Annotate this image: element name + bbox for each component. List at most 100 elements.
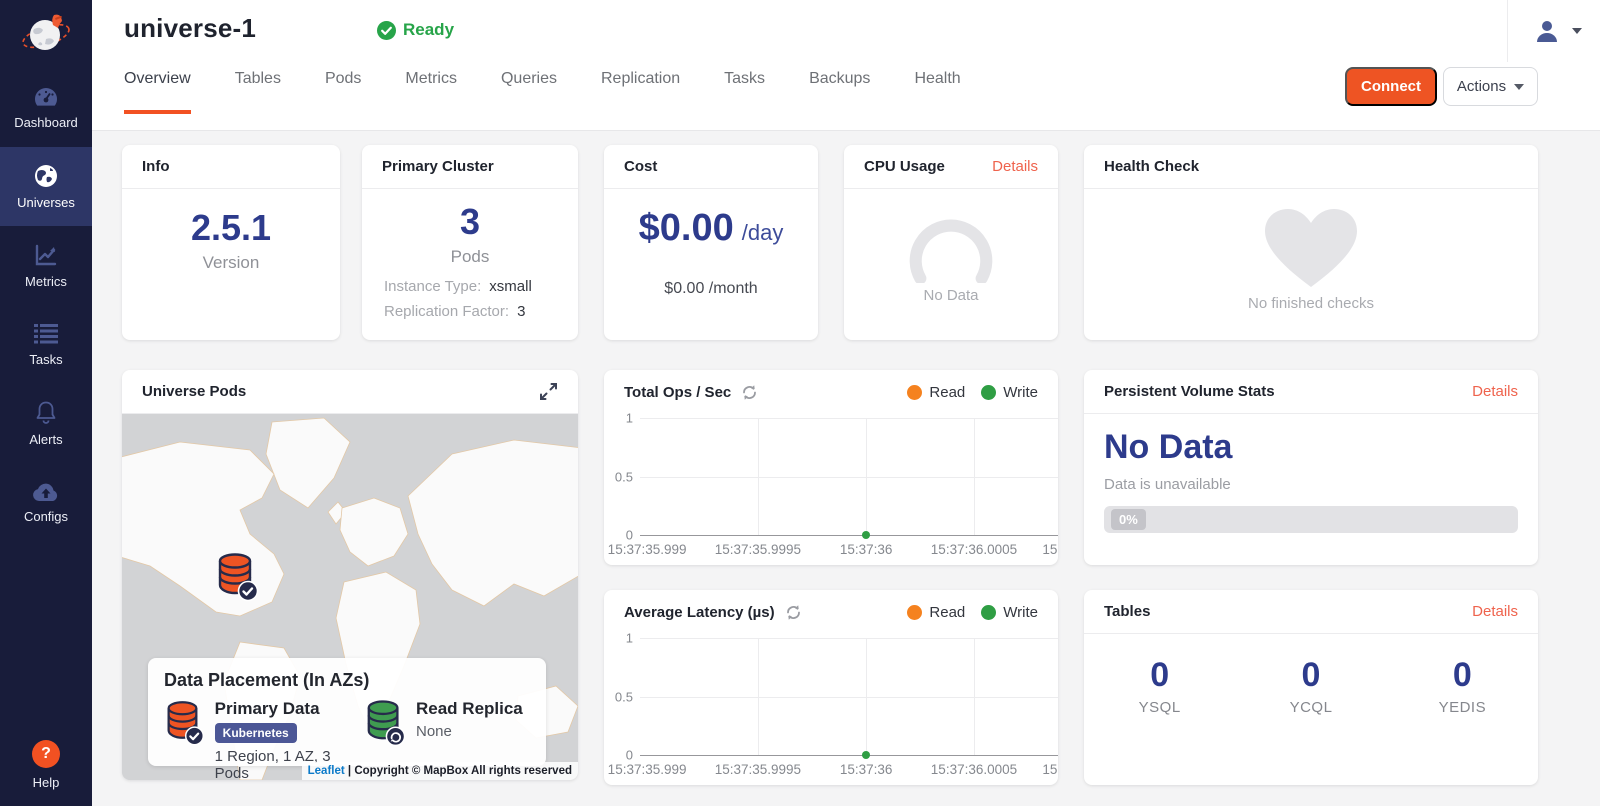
x-tick-label: 15:37:35.999: [608, 762, 687, 777]
cost-card: Cost $0.00 /day $0.00 /month: [604, 145, 818, 340]
actions-button-label: Actions: [1457, 78, 1506, 95]
x-tick-label: 15:37:36.001: [1042, 542, 1058, 557]
pvs-progress-label: 0%: [1111, 509, 1146, 530]
cpu-details-link[interactable]: Details: [992, 158, 1038, 175]
chart-title: Total Ops / Sec: [624, 384, 731, 401]
x-tick-label: 15:37:35.999: [608, 542, 687, 557]
tab-tasks[interactable]: Tasks: [724, 70, 765, 114]
chart-legend: Read Write: [907, 604, 1038, 621]
expand-icon[interactable]: [539, 382, 558, 401]
sidebar-item-dashboard[interactable]: Dashboard: [0, 68, 92, 147]
refresh-icon[interactable]: [785, 604, 802, 621]
tables-details-link[interactable]: Details: [1472, 603, 1518, 620]
tab-health[interactable]: Health: [914, 70, 960, 114]
version-label: Version: [203, 253, 260, 273]
x-tick-label: 15:37:36: [840, 542, 893, 557]
sidebar-item-configs[interactable]: Configs: [0, 463, 92, 542]
tab-bar: Overview Tables Pods Metrics Queries Rep…: [124, 70, 961, 114]
sidebar-item-help[interactable]: ? Help: [0, 740, 92, 790]
pods-count: 3: [460, 201, 480, 243]
attribution-text: Copyright © MapBox All rights reserved: [354, 765, 572, 777]
ycql-count-cell: 0 YCQL: [1235, 656, 1386, 716]
sidebar-item-label: Tasks: [29, 352, 62, 367]
sidebar-item-universes[interactable]: Universes: [0, 147, 92, 226]
tab-metrics[interactable]: Metrics: [405, 70, 457, 114]
yedis-label: YEDIS: [1439, 699, 1487, 716]
y-tick-label: 0: [626, 528, 633, 543]
cpu-empty-text: No Data: [923, 287, 978, 304]
tab-queries[interactable]: Queries: [501, 70, 557, 114]
chart-plot-area[interactable]: 1 0.5 0 15:37:35.999 15:37:35.9995 15:37…: [640, 638, 1058, 755]
card-title: Persistent Volume Stats: [1104, 383, 1275, 400]
read-replica-label: Read Replica: [416, 699, 523, 719]
yedis-count: 0: [1453, 656, 1472, 695]
replica-database-icon: [364, 699, 406, 747]
placement-title: Data Placement (In AZs): [164, 670, 530, 691]
yugabyte-logo[interactable]: [0, 0, 92, 68]
cpu-usage-card: CPU Usage Details No Data: [844, 145, 1058, 340]
universe-pods-card: Universe Pods: [122, 370, 578, 780]
page-header: universe-1 Ready Overview Tables Pods Me…: [92, 0, 1600, 131]
card-title: Cost: [624, 158, 657, 175]
gauge-arc-icon: [891, 205, 1011, 283]
version-number: 2.5.1: [191, 207, 271, 249]
pvs-details-link[interactable]: Details: [1472, 383, 1518, 400]
tab-overview[interactable]: Overview: [124, 70, 191, 114]
tab-replication[interactable]: Replication: [601, 70, 680, 114]
check-circle-icon: [377, 21, 396, 40]
total-ops-chart-card: Total Ops / Sec Read Write 1 0.5 0 15:37…: [604, 370, 1058, 565]
card-title: Universe Pods: [142, 383, 246, 400]
ycql-count: 0: [1302, 656, 1321, 695]
y-tick-label: 1: [626, 411, 633, 426]
sidebar-item-label: Help: [33, 775, 60, 790]
card-title: Tables: [1104, 603, 1150, 620]
x-tick-label: 15:37:36: [840, 762, 893, 777]
tab-pods[interactable]: Pods: [325, 70, 361, 114]
help-icon: ?: [32, 740, 60, 768]
user-avatar-icon: [1534, 18, 1560, 44]
yedis-count-cell: 0 YEDIS: [1387, 656, 1538, 716]
sidebar-item-tasks[interactable]: Tasks: [0, 305, 92, 384]
pods-label: Pods: [451, 247, 490, 267]
instance-type-key: Instance Type:: [384, 278, 481, 295]
ycql-label: YCQL: [1290, 699, 1333, 716]
card-title: Info: [142, 158, 170, 175]
universe-overview-page: Dashboard Universes Metrics: [0, 0, 1600, 806]
tab-tables[interactable]: Tables: [235, 70, 281, 114]
replication-factor-value: 3: [517, 303, 525, 320]
persistent-volume-stats-card: Persistent Volume Stats Details No Data …: [1084, 370, 1538, 565]
replication-factor-row: Replication Factor: 3: [384, 303, 532, 320]
replication-factor-key: Replication Factor:: [384, 303, 509, 320]
sidebar-item-alerts[interactable]: Alerts: [0, 384, 92, 463]
sidebar-item-metrics[interactable]: Metrics: [0, 226, 92, 305]
status-badge: Ready: [377, 20, 454, 40]
globe-icon: [34, 164, 58, 188]
pvs-unavailable-text: Data is unavailable: [1104, 476, 1231, 493]
refresh-icon[interactable]: [741, 384, 758, 401]
list-icon: [33, 323, 59, 345]
y-tick-label: 0.5: [615, 469, 633, 484]
actions-button[interactable]: Actions: [1443, 67, 1538, 106]
primary-cluster-card: Primary Cluster 3 Pods Instance Type:xsm…: [362, 145, 578, 340]
world-map[interactable]: Data Placement (In AZs) Primary Data K: [122, 414, 578, 780]
sidebar: Dashboard Universes Metrics: [0, 0, 92, 806]
primary-database-icon: [164, 699, 205, 747]
leaflet-link[interactable]: Leaflet: [308, 765, 345, 777]
write-legend-dot: [981, 385, 996, 400]
write-legend-dot: [981, 605, 996, 620]
heart-icon: [1263, 207, 1359, 289]
y-tick-label: 0.5: [615, 689, 633, 704]
pod-map-marker[interactable]: [215, 552, 259, 607]
chart-plot-area[interactable]: 1 0.5 0 15:37:35.999 15:37:35.9995 15:37…: [640, 418, 1058, 535]
x-tick-label: 15:37:36.001: [1042, 762, 1058, 777]
pvs-no-data: No Data: [1104, 428, 1232, 467]
write-legend-label: Write: [1003, 604, 1038, 621]
data-placement-panel: Data Placement (In AZs) Primary Data K: [148, 658, 546, 766]
sidebar-item-label: Universes: [17, 195, 75, 210]
tab-backups[interactable]: Backups: [809, 70, 870, 114]
user-menu[interactable]: [1507, 0, 1582, 62]
sidebar-item-label: Configs: [24, 509, 68, 524]
chevron-down-icon: [1514, 84, 1524, 90]
chart-title: Average Latency (µs): [624, 604, 775, 621]
connect-button[interactable]: Connect: [1345, 67, 1437, 106]
